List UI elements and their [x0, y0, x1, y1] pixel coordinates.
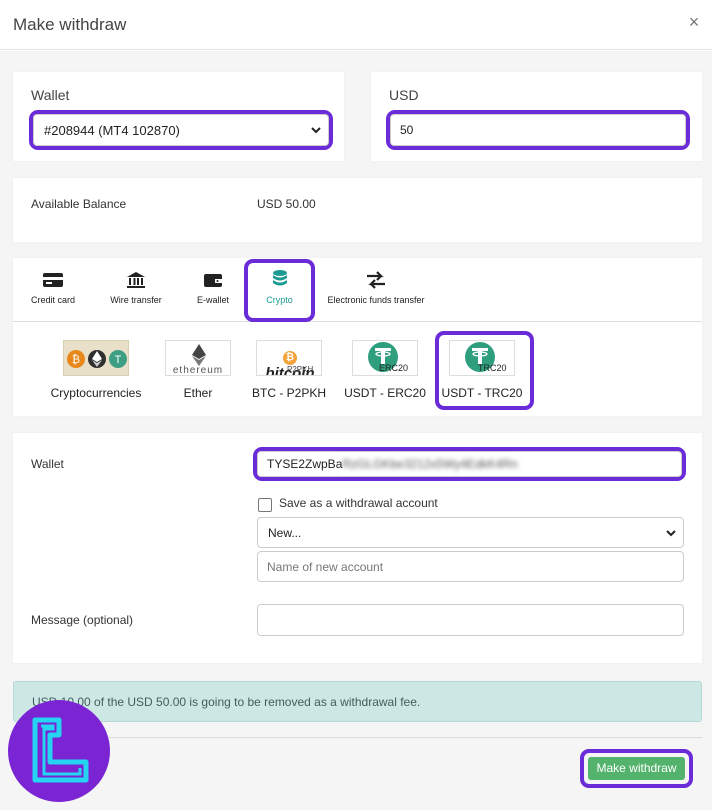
ethereum-logo-text: ethereum: [172, 365, 224, 376]
fee-notice: USD 10.00 of the USD 50.00 is going to b…: [13, 681, 702, 722]
tab-crypto-label: Crypto: [266, 295, 293, 305]
withdraw-wallet-label: Wallet: [31, 457, 64, 471]
tether-erc20-text: ERC20: [379, 363, 409, 373]
dialog-header: Make withdraw ×: [0, 0, 712, 50]
balance-card: Available Balance USD 50.00: [13, 178, 702, 242]
method-tabs-divider: [13, 321, 702, 322]
withdraw-wallet-value: TYSE2ZwpBa: [267, 457, 343, 471]
balance-value: USD 50.00: [257, 197, 316, 211]
coin-usdt-trc20-label: USDT - TRC20: [441, 386, 523, 400]
message-label: Message (optional): [31, 613, 134, 627]
brand-badge-logo: [8, 700, 110, 802]
coins-icon: [272, 270, 287, 286]
save-account-label: Save as a withdrawal account: [279, 496, 438, 510]
bank-icon: [127, 272, 145, 288]
amount-label: USD: [389, 87, 419, 103]
submit-highlight: Make withdraw: [580, 749, 693, 788]
wallet-icon: [204, 274, 222, 287]
close-icon[interactable]: ×: [685, 12, 703, 34]
chevron-down-icon: [666, 529, 676, 536]
dialog-title: Make withdraw: [13, 15, 127, 34]
account-select[interactable]: New...: [257, 517, 684, 548]
svg-text:T: T: [115, 354, 122, 366]
svg-text:₿: ₿: [72, 354, 80, 366]
withdraw-form-card: Wallet TYSE2ZwpBa RzGLGKbe3212x5Wy4EdkK4R…: [13, 433, 702, 663]
make-withdraw-button[interactable]: Make withdraw: [588, 757, 685, 780]
amount-value: 50: [400, 123, 414, 137]
coin-ether[interactable]: ethereum Ether: [148, 340, 248, 400]
tab-electronic-funds-transfer-label: Electronic funds transfer: [327, 295, 425, 305]
bitcoin-b-icon: ₿: [283, 351, 297, 365]
tab-credit-card[interactable]: Credit card: [23, 271, 83, 305]
credit-card-icon: [43, 273, 63, 287]
wallet-select[interactable]: #208944 (MT4 102870): [33, 114, 329, 146]
account-name-input[interactable]: Name of new account: [257, 551, 684, 582]
cryptocurrencies-logo: ₿ T: [63, 340, 129, 376]
coin-usdt-trc20[interactable]: TRC20 USDT - TRC20: [432, 340, 532, 400]
tab-e-wallet-label: E-wallet: [196, 295, 229, 305]
coin-usdt-erc20-label: USDT - ERC20: [344, 386, 426, 400]
cryptocurrency-coins-icon: ₿ T: [67, 350, 127, 368]
coin-ether-label: Ether: [183, 386, 213, 400]
chevron-down-icon: [311, 127, 321, 134]
method-card: Credit card Wire transfer E-wallet Crypt…: [13, 258, 702, 416]
coin-cryptocurrencies-label: Cryptocurrencies: [50, 386, 142, 400]
amount-card: USD 50: [371, 72, 702, 161]
coin-usdt-erc20[interactable]: ERC20 USDT - ERC20: [335, 340, 435, 400]
amount-input[interactable]: 50: [390, 114, 686, 146]
tab-electronic-funds-transfer[interactable]: Electronic funds transfer: [323, 271, 429, 305]
tab-wire-transfer-label: Wire transfer: [110, 295, 162, 305]
footer-divider: [13, 737, 702, 738]
balance-label: Available Balance: [31, 197, 127, 211]
account-select-value: New...: [268, 525, 302, 540]
withdraw-wallet-input[interactable]: TYSE2ZwpBa RzGLGKbe3212x5Wy4EdkK4Rn: [257, 451, 682, 477]
bitcoin-logo: ₿bitcoin P2PKH: [256, 340, 322, 376]
tab-wire-transfer[interactable]: Wire transfer: [106, 271, 166, 305]
coin-btc-p2pkh-label: BTC - P2PKH: [251, 386, 326, 400]
tether-trc20-text: TRC20: [478, 363, 507, 373]
coin-cryptocurrencies[interactable]: ₿ T Cryptocurrencies: [46, 340, 146, 400]
message-input[interactable]: [257, 604, 684, 636]
transfer-arrows-icon: [367, 271, 385, 289]
brand-logo-icon: [32, 717, 89, 783]
ethereum-logo: ethereum: [165, 340, 231, 376]
account-name-placeholder: Name of new account: [267, 559, 384, 574]
save-account-checkbox[interactable]: [258, 498, 272, 512]
coin-btc-p2pkh[interactable]: ₿bitcoin P2PKH BTC - P2PKH: [239, 340, 339, 400]
tab-crypto[interactable]: Crypto: [248, 269, 311, 305]
tether-logo: ERC20: [352, 340, 418, 376]
wallet-select-card: Wallet #208944 (MT4 102870): [13, 72, 344, 161]
tether-logo: TRC20: [449, 340, 515, 376]
tab-credit-card-label: Credit card: [30, 295, 75, 305]
bitcoin-logo-sub: P2PKH: [287, 365, 314, 374]
tab-e-wallet[interactable]: E-wallet: [183, 271, 243, 305]
wallet-select-value: #208944 (MT4 102870): [44, 122, 180, 138]
wallet-select-label: Wallet: [31, 87, 70, 103]
withdraw-wallet-value-blurred: RzGLGKbe3212x5Wy4EdkK4Rn: [342, 457, 518, 471]
